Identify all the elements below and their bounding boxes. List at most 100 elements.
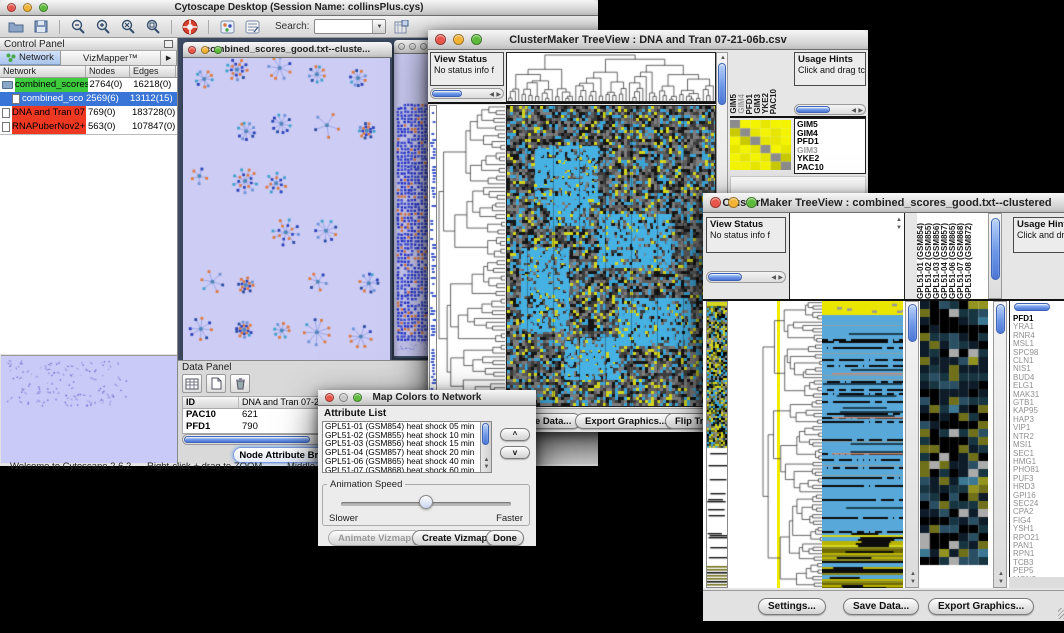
row-dendrogram[interactable] [437, 105, 505, 405]
settings-button[interactable]: Settings... [758, 598, 826, 615]
scrollbar-thumb[interactable] [991, 218, 1000, 280]
usage-hints-hscrollbar[interactable]: ◀ ▶ [794, 104, 866, 115]
close-button[interactable] [710, 197, 721, 208]
gene-label[interactable]: PAC10 [797, 163, 863, 172]
zoom-selected-icon[interactable] [143, 18, 163, 36]
scroll-down-icon[interactable]: ▼ [910, 579, 916, 585]
column-header-id[interactable]: ID [183, 397, 239, 408]
speed-slider-thumb[interactable] [419, 495, 433, 509]
close-button[interactable] [188, 46, 196, 54]
attribute-table-icon[interactable] [182, 374, 202, 393]
scrollbar-thumb[interactable] [718, 63, 726, 105]
zoom-button[interactable] [420, 43, 427, 50]
scrollbar-thumb[interactable] [482, 423, 489, 445]
heatmap-main[interactable] [822, 301, 903, 588]
zoom-button[interactable] [214, 46, 222, 54]
dialog-titlebar[interactable]: Map Colors to Network [318, 390, 536, 406]
zoom-fit-icon[interactable] [118, 18, 138, 36]
scrollbar-thumb[interactable] [432, 90, 462, 97]
help-lifesaver-icon[interactable] [180, 18, 200, 36]
scroll-left-icon[interactable]: ◀ [489, 92, 494, 98]
scroll-right-icon[interactable]: ▶ [496, 92, 501, 98]
zoom-vscrollbar[interactable]: ▲ ▼ [993, 301, 1007, 588]
column-header-network[interactable]: Network [0, 66, 86, 77]
treeview-dna-titlebar[interactable]: ClusterMaker TreeView : DNA and Tran 07-… [428, 30, 868, 50]
scroll-up-icon[interactable]: ▲ [998, 571, 1004, 577]
listbox-vscrollbar[interactable]: ▲ ▼ [480, 422, 491, 472]
scrollbar-thumb[interactable] [708, 273, 742, 281]
scroll-up-icon[interactable]: ▲ [484, 457, 490, 463]
column-label[interactable]: PAC10 [770, 89, 778, 114]
chevron-down-icon[interactable]: ▼ [372, 20, 385, 33]
export-graphics-button[interactable]: Export Graphics... [928, 598, 1034, 615]
resize-grip[interactable] [1058, 608, 1064, 619]
main-vscrollbar[interactable]: ▲ ▼ [905, 301, 919, 588]
column-header-edges[interactable]: Edges [130, 66, 176, 77]
scroll-right-icon[interactable]: ▶ [778, 275, 783, 281]
save-button[interactable] [31, 18, 51, 36]
treeview-combined-titlebar[interactable]: ClusterMaker TreeView : combined_scores_… [703, 193, 1064, 213]
scrollbar-thumb[interactable] [184, 436, 310, 443]
annotation-form-icon[interactable] [242, 18, 262, 36]
minimize-button[interactable] [728, 197, 739, 208]
network-tree-row[interactable]: RNAPuberNov2+ 563(0) 107847(0) [0, 120, 177, 134]
gene-list-hscroll-thumb[interactable] [1014, 303, 1050, 311]
animate-vizmap-button[interactable]: Animate Vizmap [328, 530, 421, 546]
minimize-button[interactable] [453, 34, 464, 45]
close-button[interactable] [398, 43, 405, 50]
scroll-left-icon[interactable]: ◀ [851, 108, 856, 114]
scroll-right-icon[interactable]: ▶ [858, 108, 863, 114]
header-vscrollbar[interactable] [988, 213, 1002, 299]
move-up-button[interactable]: ^ [500, 428, 530, 441]
network-tree-row-selected[interactable]: combined_sco 2569(6) 13112(15) [0, 92, 177, 106]
scrollbar-thumb[interactable] [796, 106, 830, 113]
network-tree-row[interactable]: combined_scores 2764(0) 16218(0) [0, 78, 177, 92]
scroll-down-icon[interactable]: ▼ [896, 225, 902, 231]
view-status-hscrollbar[interactable]: ◀ ▶ [430, 88, 504, 99]
save-data-button[interactable]: Save Data... [843, 598, 919, 615]
column-label[interactable]: GPL51-08 (GSM872) [965, 223, 973, 299]
zoom-in-icon[interactable] [93, 18, 113, 36]
minimize-button[interactable] [409, 43, 416, 50]
global-overview-strip[interactable] [706, 301, 728, 588]
close-button[interactable] [435, 34, 446, 45]
network-import-icon[interactable] [217, 18, 237, 36]
zoom-button[interactable] [746, 197, 757, 208]
network-tree-row[interactable]: DNA and Tran 07 769(0) 183728(0) [0, 106, 177, 120]
tab-network[interactable]: Network [0, 51, 61, 65]
tab-overflow-arrow[interactable]: ▶ [161, 51, 177, 65]
network-canvas[interactable] [183, 58, 390, 360]
heatmap-main[interactable] [506, 105, 716, 407]
zoom-button[interactable] [353, 393, 362, 402]
scrollbar-thumb[interactable] [996, 304, 1005, 334]
row-dendrogram[interactable] [761, 301, 823, 588]
float-panel-icon[interactable] [164, 40, 173, 48]
attribute-listbox[interactable]: GPL51-01 (GSM854) heat shock 05 minGPL51… [322, 421, 492, 473]
column-dendrogram-panel[interactable]: ▲ ▼ [789, 213, 905, 299]
zoom-heatmap[interactable] [730, 120, 791, 170]
birdseye-overview[interactable] [1, 355, 177, 463]
zoom-heatmap[interactable] [920, 301, 988, 567]
close-button[interactable] [7, 3, 16, 12]
search-input[interactable]: ▼ [314, 19, 386, 34]
move-down-button[interactable]: v [500, 446, 530, 459]
column-dendrogram[interactable] [506, 52, 716, 102]
scroll-down-icon[interactable]: ▼ [484, 464, 490, 470]
delete-attribute-trash-icon[interactable] [230, 374, 250, 393]
close-button[interactable] [325, 393, 334, 402]
zoom-out-icon[interactable] [68, 18, 88, 36]
tab-vizmapper[interactable]: VizMapper™ [61, 51, 161, 65]
scrollbar-thumb[interactable] [908, 304, 917, 342]
scroll-up-icon[interactable]: ▲ [720, 55, 726, 61]
scroll-up-icon[interactable]: ▲ [896, 217, 902, 223]
zoom-button[interactable] [39, 3, 48, 12]
new-attribute-icon[interactable] [206, 374, 226, 393]
zoom-button[interactable] [471, 34, 482, 45]
minimize-button[interactable] [201, 46, 209, 54]
minimize-button[interactable] [23, 3, 32, 12]
view-status-hscrollbar[interactable]: ◀ ▶ [706, 271, 786, 283]
done-button[interactable]: Done [486, 530, 524, 546]
scroll-up-icon[interactable]: ▲ [910, 571, 916, 577]
linkout-table-icon[interactable] [391, 18, 411, 36]
column-header-nodes[interactable]: Nodes [86, 66, 130, 77]
